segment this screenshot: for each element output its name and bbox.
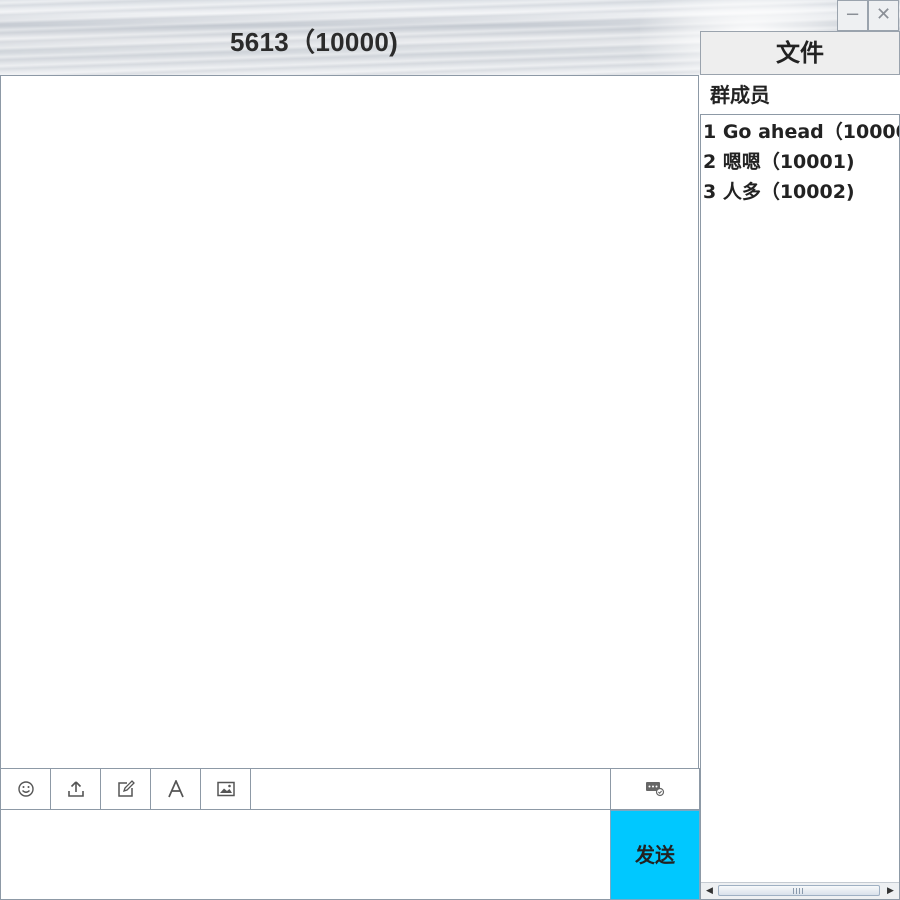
edit-button[interactable] (101, 769, 151, 809)
member-item[interactable]: 3 人多（10002) (701, 177, 899, 207)
grip-icon (793, 888, 805, 894)
scroll-right-icon[interactable]: ▶ (883, 883, 898, 899)
members-heading: 群成员 (700, 75, 900, 115)
chat-title: 5613（10000) (230, 27, 399, 57)
minimize-icon: − (844, 4, 861, 25)
font-icon (167, 780, 184, 798)
minimize-button[interactable]: − (837, 0, 868, 31)
emoji-button[interactable] (1, 769, 51, 809)
message-display[interactable] (0, 75, 699, 769)
horizontal-scrollbar[interactable]: ◀ ▶ (701, 882, 899, 899)
upload-file-button[interactable] (51, 769, 101, 809)
member-item[interactable]: 1 Go ahead（10000) (701, 117, 899, 147)
send-button[interactable]: 发送 (610, 810, 700, 900)
message-input[interactable] (0, 809, 611, 900)
scroll-left-icon[interactable]: ◀ (702, 883, 717, 899)
smiley-icon (17, 781, 34, 797)
font-button[interactable] (151, 769, 201, 809)
composer-toolbar (0, 768, 611, 810)
close-button[interactable]: ✕ (868, 0, 899, 31)
edit-icon (117, 780, 135, 797)
upload-icon (67, 781, 84, 797)
close-icon: ✕ (875, 4, 892, 25)
member-list: 1 Go ahead（10000) 2 嗯嗯（10001) 3 人多（10002… (700, 114, 900, 900)
scrollbar-thumb[interactable] (718, 885, 880, 896)
member-item[interactable]: 2 嗯嗯（10001) (701, 147, 899, 177)
image-button[interactable] (201, 769, 251, 809)
file-tab-button[interactable]: 文件 (700, 31, 900, 75)
chat-history-button[interactable] (610, 768, 700, 810)
image-icon (216, 781, 235, 797)
chat-history-icon (646, 782, 665, 797)
